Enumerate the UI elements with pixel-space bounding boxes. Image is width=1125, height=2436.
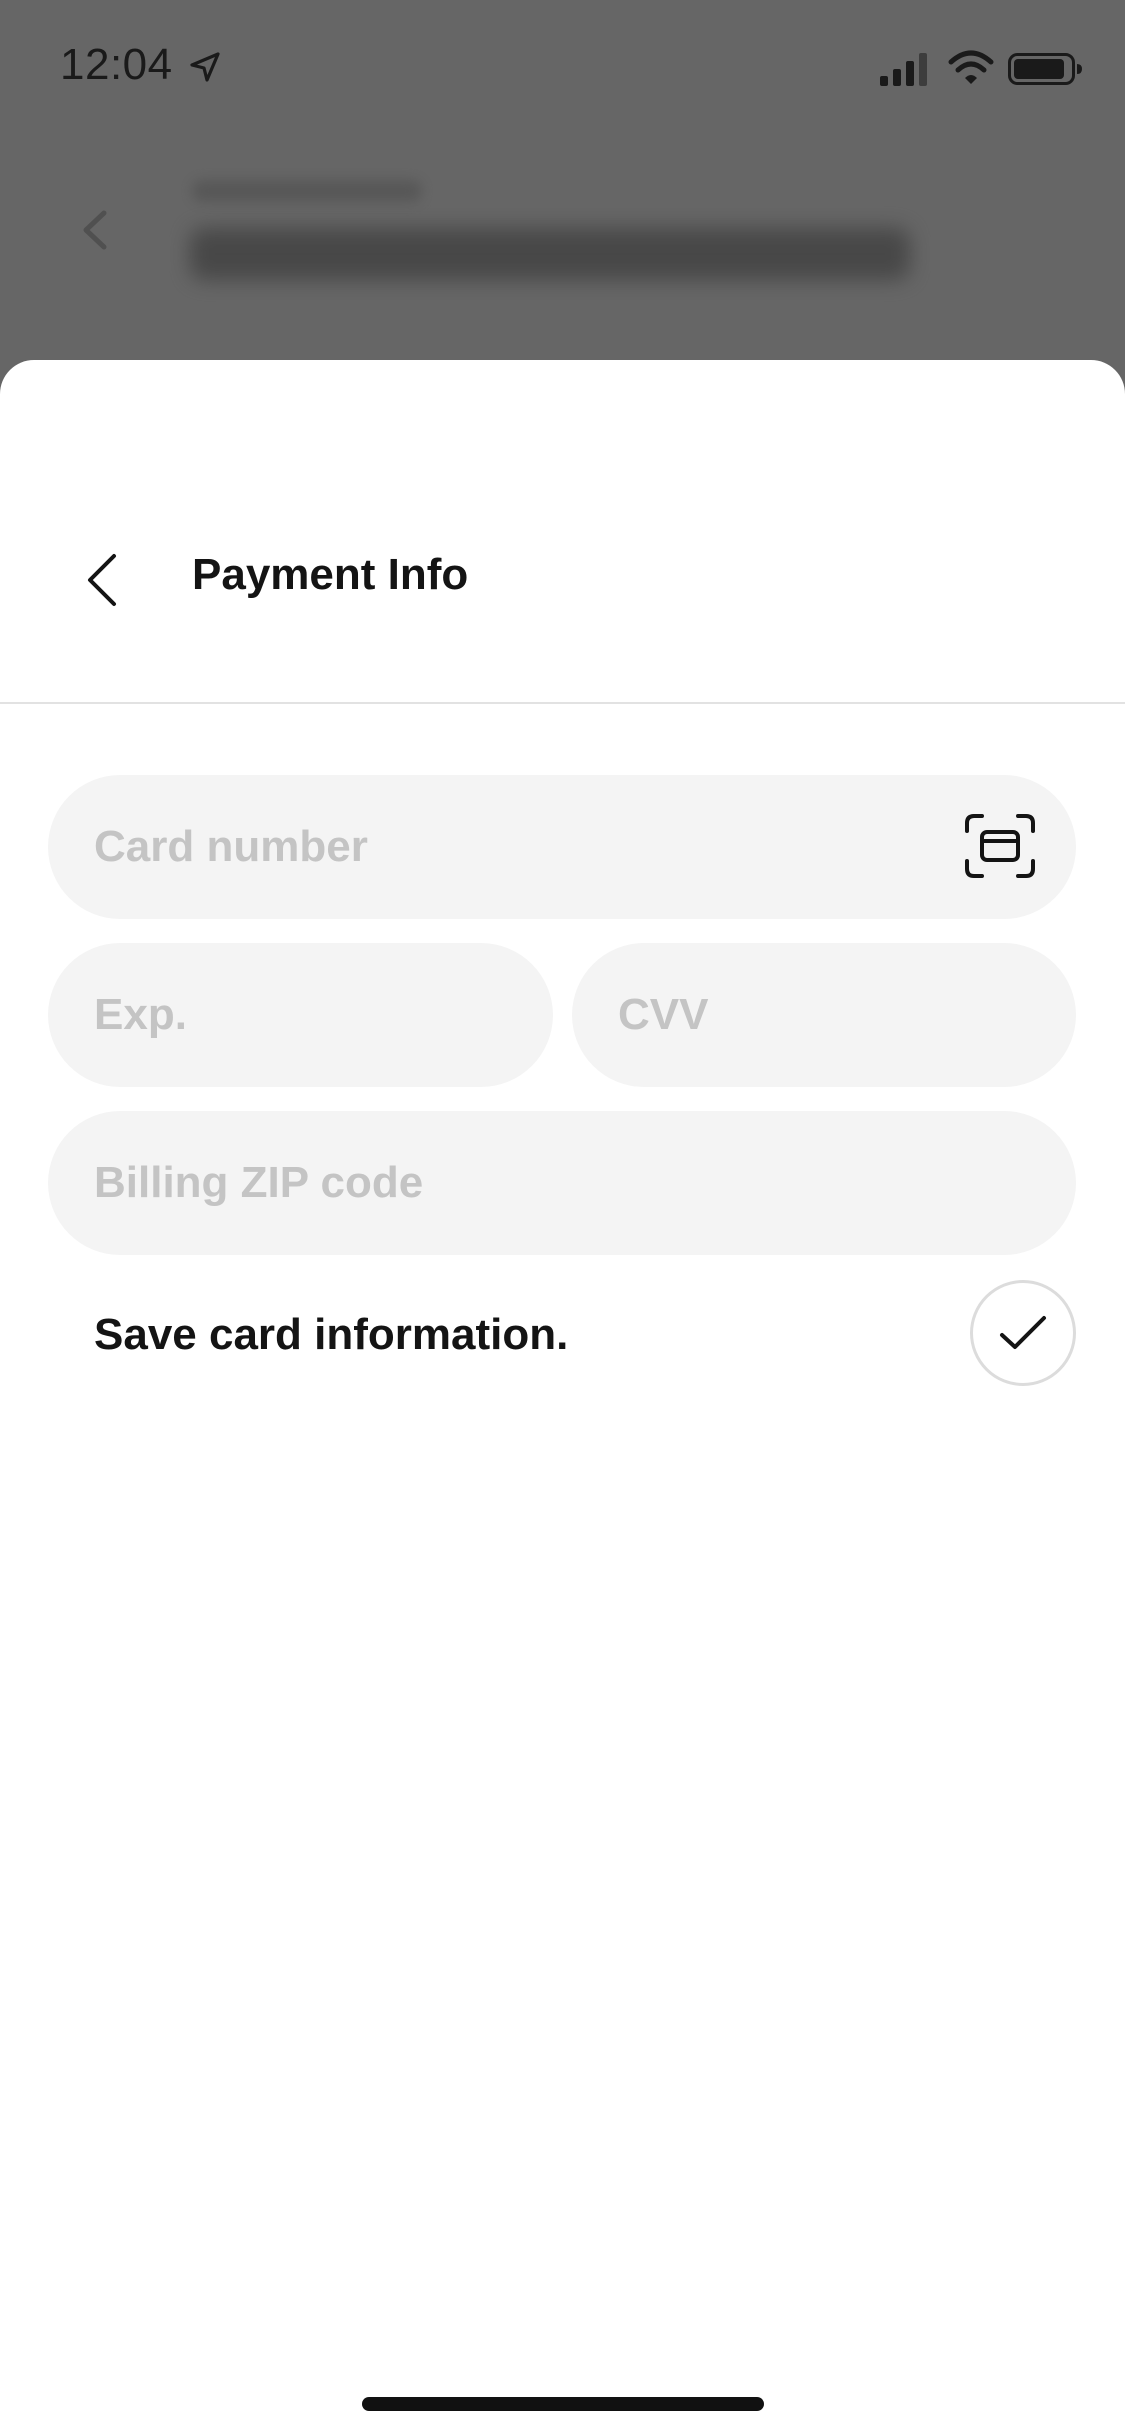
card-number-field[interactable] — [48, 775, 1076, 919]
exp-input[interactable] — [94, 943, 553, 1087]
card-scan-icon — [965, 814, 1035, 878]
checkmark-icon — [1000, 1316, 1046, 1349]
billing-zip-field[interactable] — [48, 1111, 1076, 1255]
page-title: Payment Info — [192, 550, 469, 599]
status-bar: 12:04 — [0, 0, 1125, 140]
cvv-field[interactable] — [572, 943, 1076, 1087]
location-arrow-icon — [190, 52, 220, 82]
cellular-signal-icon — [880, 53, 927, 86]
back-button[interactable] — [70, 540, 134, 620]
cvv-input[interactable] — [618, 943, 1076, 1087]
save-card-checkbox[interactable] — [970, 1280, 1076, 1386]
scan-card-button[interactable] — [964, 813, 1036, 879]
chevron-left-icon — [88, 554, 116, 606]
background-subtitle-blurred — [192, 180, 422, 202]
card-number-input[interactable] — [94, 775, 946, 919]
save-card-row: Save card information. — [48, 1280, 1076, 1390]
billing-zip-input[interactable] — [94, 1111, 1076, 1255]
battery-icon — [1008, 53, 1082, 85]
sheet-header: Payment Info — [0, 360, 1125, 704]
background-title-blurred — [190, 228, 910, 280]
status-time: 12:04 — [60, 40, 173, 89]
home-indicator[interactable] — [362, 2397, 764, 2411]
save-card-label: Save card information. — [94, 1310, 569, 1359]
payment-info-sheet: Payment Info Save card information. — [0, 360, 1125, 2436]
background-back-icon — [83, 210, 107, 250]
wifi-icon — [948, 50, 994, 84]
exp-field[interactable] — [48, 943, 553, 1087]
